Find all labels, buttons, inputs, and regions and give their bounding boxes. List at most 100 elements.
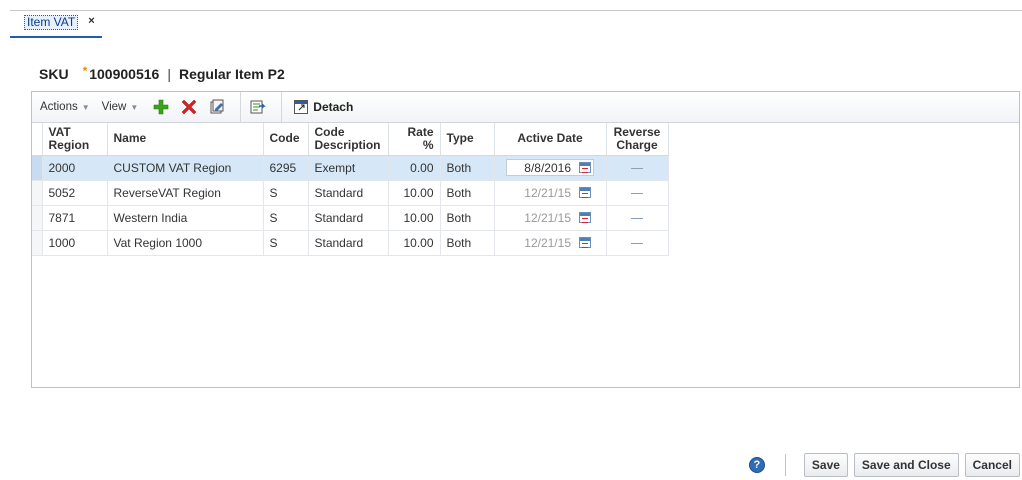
- toolbar-group-2: [241, 91, 283, 123]
- cell-rate: 10.00: [388, 205, 441, 231]
- chevron-down-icon: ▼: [81, 102, 90, 112]
- active-date-value: 12/21/15: [524, 210, 571, 225]
- sku-value: 100900516: [89, 66, 160, 82]
- delete-icon[interactable]: [178, 96, 200, 118]
- tab-label[interactable]: Item VAT: [24, 15, 79, 30]
- cell-name: CUSTOM VAT Region: [107, 155, 264, 181]
- edit-icon[interactable]: [206, 96, 228, 118]
- cell-code-description: Standard: [308, 205, 389, 231]
- active-date-input: 12/21/15: [506, 184, 594, 201]
- export-icon[interactable]: [247, 96, 269, 118]
- calendar-icon[interactable]: [579, 187, 591, 198]
- cell-code: S: [263, 180, 309, 206]
- title-separator: |: [167, 66, 171, 82]
- cell-type: Both: [440, 205, 495, 231]
- item-description: Regular Item P2: [178, 66, 285, 82]
- cell-name: Western India: [107, 205, 264, 231]
- table-row[interactable]: 7871 Western India S Standard 10.00 Both…: [32, 205, 669, 231]
- empty-value-dash: [631, 192, 643, 194]
- view-menu[interactable]: View ▼: [102, 101, 139, 113]
- required-icon: *: [82, 64, 88, 78]
- vat-table: VAT Region Name Code Code Description Ra…: [32, 123, 669, 256]
- cell-active-date: 12/21/15: [494, 180, 607, 206]
- active-date-input[interactable]: 8/8/2016: [506, 159, 594, 176]
- save-button[interactable]: Save: [803, 453, 848, 477]
- toolbar: Actions ▼ View ▼ Detach: [32, 91, 1019, 123]
- cell-vat-region: 1000: [42, 230, 108, 256]
- col-active-date[interactable]: Active Date: [494, 123, 607, 156]
- calendar-icon[interactable]: [579, 162, 591, 173]
- cell-code: S: [263, 230, 309, 256]
- cell-vat-region: 2000: [42, 155, 108, 181]
- actions-menu[interactable]: Actions ▼: [40, 101, 90, 113]
- top-divider: [10, 10, 1022, 11]
- cell-rate: 10.00: [388, 180, 441, 206]
- table-row[interactable]: 1000 Vat Region 1000 S Standard 10.00 Bo…: [32, 230, 669, 256]
- cell-active-date: 12/21/15: [494, 205, 607, 231]
- footer-divider: [784, 454, 786, 476]
- calendar-icon[interactable]: [579, 237, 591, 248]
- footer-actions: ? Save Save and Close Cancel: [748, 453, 1020, 477]
- empty-value-dash: [631, 217, 643, 219]
- vat-panel: Actions ▼ View ▼ Detach VAT Region Name …: [31, 91, 1020, 388]
- detach-button[interactable]: Detach: [290, 97, 357, 117]
- actions-menu-label: Actions: [40, 101, 78, 113]
- cell-type: Both: [440, 180, 495, 206]
- sku-label: SKU: [39, 66, 69, 82]
- detach-icon: [294, 100, 309, 114]
- active-date-input: 12/21/15: [506, 234, 594, 251]
- col-type[interactable]: Type: [440, 123, 495, 156]
- col-name[interactable]: Name: [107, 123, 264, 156]
- active-date-value: 12/21/15: [524, 185, 571, 200]
- active-date-input: 12/21/15: [506, 209, 594, 226]
- cell-active-date: 12/21/15: [494, 230, 607, 256]
- active-date-value: 12/21/15: [524, 235, 571, 250]
- cell-code: S: [263, 205, 309, 231]
- cell-rate: 0.00: [388, 155, 441, 181]
- cell-reverse-charge: [606, 180, 669, 206]
- cell-reverse-charge: [606, 155, 669, 181]
- cell-reverse-charge: [606, 230, 669, 256]
- page-title: SKU * 100900516 | Regular Item P2: [39, 64, 285, 82]
- toolbar-group: Actions ▼ View ▼: [40, 91, 242, 123]
- col-vat-region[interactable]: VAT Region: [42, 123, 108, 156]
- cell-name: Vat Region 1000: [107, 230, 264, 256]
- cell-rate: 10.00: [388, 230, 441, 256]
- empty-value-dash: [631, 242, 643, 244]
- cell-code-description: Standard: [308, 180, 389, 206]
- table-row[interactable]: 5052 ReverseVAT Region S Standard 10.00 …: [32, 180, 669, 206]
- calendar-icon[interactable]: [579, 212, 591, 223]
- row-header[interactable]: [32, 180, 43, 206]
- row-header[interactable]: [32, 230, 43, 256]
- active-date-value: 8/8/2016: [524, 160, 571, 175]
- view-menu-label: View: [101, 101, 127, 113]
- add-icon[interactable]: [150, 96, 172, 118]
- cell-active-date: 8/8/2016: [494, 155, 607, 181]
- help-icon[interactable]: ?: [748, 457, 765, 473]
- table-header-row: VAT Region Name Code Code Description Ra…: [32, 123, 669, 156]
- cell-type: Both: [440, 230, 495, 256]
- table-row[interactable]: 2000 CUSTOM VAT Region 6295 Exempt 0.00 …: [32, 155, 669, 181]
- col-code-description[interactable]: Code Description: [308, 123, 389, 156]
- cell-name: ReverseVAT Region: [107, 180, 264, 206]
- col-code[interactable]: Code: [263, 123, 309, 156]
- tab-active-indicator: [10, 36, 102, 38]
- cell-code-description: Exempt: [308, 155, 389, 181]
- cell-code-description: Standard: [308, 230, 389, 256]
- cell-type: Both: [440, 155, 495, 181]
- col-reverse-charge[interactable]: Reverse Charge: [606, 123, 669, 156]
- empty-value-dash: [631, 167, 643, 169]
- detach-label: Detach: [313, 100, 354, 114]
- cancel-button[interactable]: Cancel: [964, 453, 1020, 477]
- row-header[interactable]: [32, 155, 43, 181]
- cell-code: 6295: [263, 155, 309, 181]
- col-rate[interactable]: Rate %: [388, 123, 441, 156]
- cell-reverse-charge: [606, 205, 669, 231]
- save-and-close-button[interactable]: Save and Close: [853, 453, 959, 477]
- row-header[interactable]: [32, 205, 43, 231]
- close-icon[interactable]: ×: [88, 15, 94, 28]
- row-header-spacer: [32, 123, 43, 156]
- chevron-down-icon: ▼: [130, 102, 139, 112]
- tab-item-vat[interactable]: Item VAT ×: [24, 15, 95, 37]
- cell-vat-region: 5052: [42, 180, 108, 206]
